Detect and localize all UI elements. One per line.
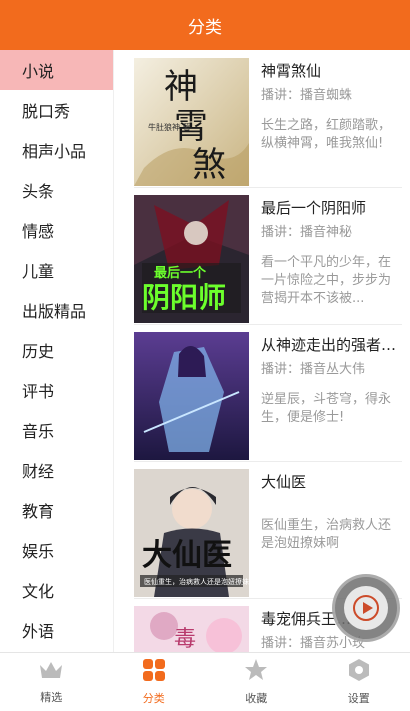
category-item-foreign-language[interactable]: 外语 [0,610,113,650]
category-label: 相声小品 [22,142,87,161]
cover-tagline: 医仙重生，治病救人还是泡妞撩妹 [144,577,249,586]
bottom-tab-bar: 精选 分类 收藏 设置 [0,652,410,711]
crown-icon [38,659,64,685]
hexagon-settings-icon [347,658,371,686]
category-item-emotion[interactable]: 情感 [0,210,113,250]
category-item-crosstalk[interactable]: 相声小品 [0,130,113,170]
category-item-publications[interactable]: 出版精品 [0,290,113,330]
category-label: 教育 [22,502,55,521]
category-label: 情感 [22,222,55,241]
play-icon [344,586,388,630]
tab-featured[interactable]: 精选 [0,653,103,711]
category-label: 外语 [22,622,55,641]
book-narrator: 播讲：播音丛大伟 [261,362,366,377]
tab-settings[interactable]: 设置 [308,653,410,711]
category-label: 出版精品 [22,302,87,321]
book-title: 从神迹走出的强者… [261,336,397,354]
category-label: 评书 [22,382,55,401]
tab-categories[interactable]: 分类 [103,653,206,711]
book-description: 医仙重生，治病救人还是泡妞撩妹啊 [261,518,392,551]
category-label: 财经 [22,462,55,481]
cover-title: 阴阳师 [142,281,226,314]
cover-title-char-3: 煞 [192,145,226,185]
cover-title: 大仙医 [142,538,232,573]
book-cover [134,332,249,460]
category-label: 娱乐 [22,542,55,561]
book-item[interactable]: 神 霄 煞 牛肚狼神 著 神霄煞仙 播讲：播音蜘蛛 长生之路，红颜踏歌，纵横神霄… [134,50,402,186]
star-icon [244,658,268,686]
category-item-culture[interactable]: 文化 [0,570,113,610]
book-cover: 毒 [134,606,249,652]
book-title: 最后一个阴阳师 [261,199,367,217]
category-item-talk-show[interactable]: 脱口秀 [0,90,113,130]
category-label: 文化 [22,582,55,601]
category-item-music[interactable]: 音乐 [0,410,113,450]
cover-author: 牛肚狼神 著 [148,122,191,132]
category-label: 小说 [22,62,55,81]
category-label: 儿童 [22,262,55,281]
category-sidebar: 小说 脱口秀 相声小品 头条 情感 儿童 出版精品 历史 评书 音乐 财经 教育… [0,50,114,652]
book-cover: 大仙医 医仙重生，治病救人还是泡妞撩妹 [134,469,249,597]
category-item-finance[interactable]: 财经 [0,450,113,490]
category-label: 音乐 [22,422,55,441]
tab-label: 精选 [40,691,63,704]
book-narrator: 播讲：播音神秘 [261,225,353,240]
tab-favorites[interactable]: 收藏 [205,653,308,711]
cover-subtitle: 最后一个 [154,265,207,281]
book-title: 神霄煞仙 [261,62,322,80]
grid-icon [142,658,166,686]
book-narrator: 播讲：播音蜘蛛 [261,88,353,103]
page-title: 分类 [188,17,222,38]
category-item-storytelling[interactable]: 评书 [0,370,113,410]
category-item-history[interactable]: 历史 [0,330,113,370]
book-cover: 最后一个 阴阳师 [134,195,249,323]
category-item-children[interactable]: 儿童 [0,250,113,290]
book-item[interactable]: 从神迹走出的强者… 播讲：播音丛大伟 逆星辰，斗苍穹，得永生，便是修士! [134,324,402,460]
category-item-entertainment[interactable]: 娱乐 [0,530,113,570]
cover-title-char-1: 神 [164,67,198,107]
now-playing-button[interactable] [332,574,400,642]
tab-label: 设置 [347,692,370,705]
book-cover: 神 霄 煞 牛肚狼神 著 [134,58,249,186]
tab-label: 分类 [142,692,165,705]
cover-title-char: 毒 [174,627,196,652]
book-description: 看一个平凡的少年，在一片惊险之中，步步为营揭开本不该被... [261,255,392,306]
header-bar: 分类 [0,0,410,50]
category-item-education[interactable]: 教育 [0,490,113,530]
category-item-headlines[interactable]: 头条 [0,170,113,210]
category-label: 脱口秀 [22,102,71,121]
book-description: 逆星辰，斗苍穹，得永生，便是修士! [261,392,392,425]
category-label: 头条 [22,182,55,201]
category-label: 历史 [22,342,55,361]
book-title: 大仙医 [261,473,307,491]
book-item[interactable]: 大仙医 医仙重生，治病救人还是泡妞撩妹 大仙医 医仙重生，治病救人还是泡妞撩妹啊 [134,461,402,597]
book-description: 长生之路，红颜踏歌，纵横神霄，唯我煞仙! [261,118,392,151]
book-list: 神 霄 煞 牛肚狼神 著 神霄煞仙 播讲：播音蜘蛛 长生之路，红颜踏歌，纵横神霄… [122,50,410,652]
book-item[interactable]: 最后一个 阴阳师 最后一个阴阳师 播讲：播音神秘 看一个平凡的少年，在一片惊险之… [134,187,402,323]
category-item-novel[interactable]: 小说 [0,50,113,90]
tab-label: 收藏 [245,692,268,705]
